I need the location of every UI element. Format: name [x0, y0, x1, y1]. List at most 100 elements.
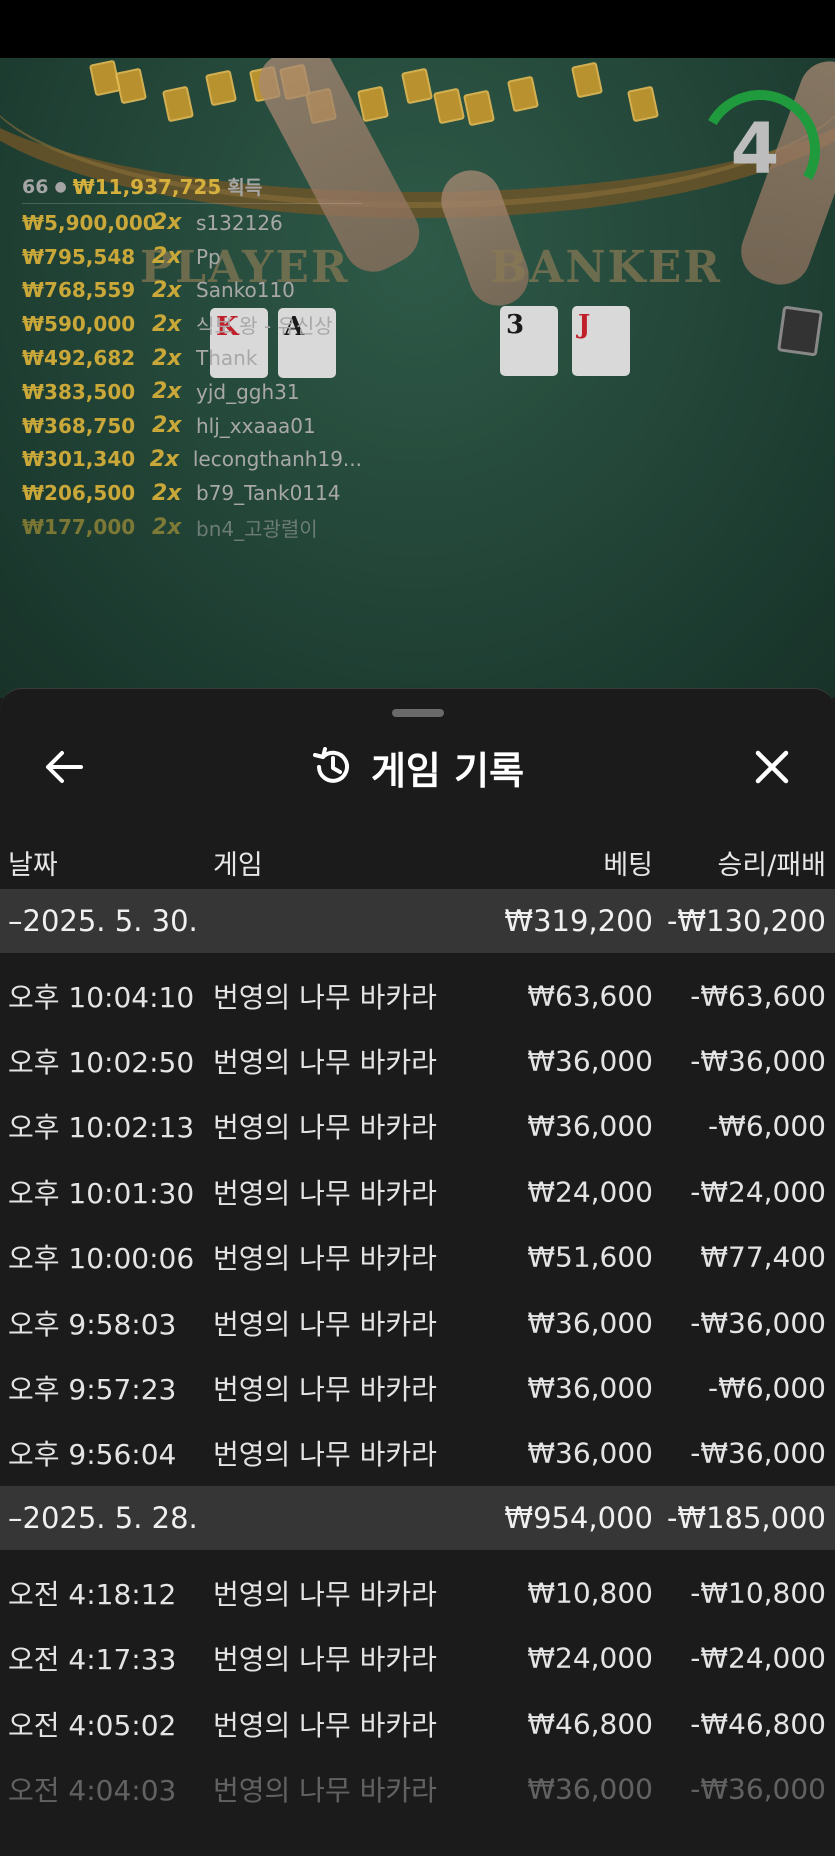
row-time: 오후 10:02:13	[8, 1111, 195, 1145]
row-time: 오전 4:05:02	[8, 1708, 177, 1742]
close-button[interactable]	[744, 739, 800, 795]
winners-total: ₩11,937,725	[72, 174, 222, 199]
winner-row: ₩492,682 2x Thank	[22, 341, 362, 375]
group-date: –2025. 5. 30.	[8, 904, 198, 938]
winner-amount: ₩768,559	[22, 278, 136, 303]
column-bet: 베팅	[603, 850, 653, 881]
sheet-header: 게임 기록	[0, 719, 835, 819]
table-row[interactable]: 오전 4:05:02 번영의 나무 바카라 ₩46,800 -₩46,800	[0, 1691, 835, 1756]
row-time: 오전 4:18:12	[8, 1577, 177, 1611]
winner-row: ₩177,000 2x bn4_고광렬이	[22, 510, 362, 544]
row-bet: ₩36,000	[527, 1371, 653, 1405]
winner-username: 식보 왕 - 유신상	[196, 313, 333, 338]
table-row[interactable]: 오후 10:00:06 번영의 나무 바카라 ₩51,600 ₩77,400	[0, 1225, 835, 1290]
winner-username: s132126	[196, 210, 283, 235]
winners-header: 66 ● ₩11,937,725 획득	[22, 170, 362, 204]
row-time: 오후 10:00:06	[8, 1242, 195, 1276]
timer-value: 4	[730, 108, 780, 190]
row-game: 번영의 나무 바카라	[213, 1176, 437, 1210]
banker-label: BANKER	[490, 242, 722, 293]
winner-amount: ₩5,900,000	[22, 210, 157, 235]
row-result: -₩24,000	[690, 1641, 826, 1675]
group-date: –2025. 5. 28.	[8, 1501, 198, 1536]
history-icon	[312, 747, 349, 783]
winner-amount: ₩206,500	[22, 481, 136, 506]
winner-row: ₩768,559 2x Sanko110	[22, 274, 362, 308]
table-row[interactable]: 오후 9:58:03 번영의 나무 바카라 ₩36,000 -₩36,000	[0, 1290, 835, 1355]
table-row[interactable]: 오후 10:02:13 번영의 나무 바카라 ₩36,000 -₩6,000	[0, 1094, 835, 1159]
table-row[interactable]: 오후 9:57:23 번영의 나무 바카라 ₩36,000 -₩6,000	[0, 1355, 835, 1420]
table-row[interactable]: 오전 4:17:33 번영의 나무 바카라 ₩24,000 -₩24,000	[0, 1626, 835, 1691]
winner-row: ₩206,500 2x b79_Tank0114	[22, 476, 362, 510]
winner-row: ₩368,750 2x hlj_xxaaa01	[22, 409, 362, 443]
row-game: 번영의 나무 바카라	[213, 1046, 437, 1080]
winner-multiplier: 2x	[152, 514, 182, 540]
row-game: 번영의 나무 바카라	[213, 1577, 437, 1611]
winner-username: b79_Tank0114	[196, 481, 341, 506]
row-bet: ₩63,600	[527, 979, 653, 1013]
date-group-header[interactable]: –2025. 5. 30. ₩319,200 -₩130,200	[0, 889, 835, 953]
date-group-header[interactable]: –2025. 5. 28. ₩954,000 -₩185,000	[0, 1486, 835, 1551]
winner-multiplier: 2x	[152, 413, 182, 439]
banker-card: J	[572, 306, 630, 376]
winner-username: bn4_고광렬이	[196, 516, 318, 541]
table-row[interactable]: 오후 10:02:50 번영의 나무 바카라 ₩36,000 -₩36,000	[0, 1028, 835, 1093]
row-time: 오전 4:17:33	[8, 1643, 177, 1677]
winner-multiplier: 2x	[152, 210, 182, 236]
winner-multiplier: 2x	[152, 379, 182, 405]
winner-username: hlj_xxaaa01	[196, 413, 316, 438]
winner-amount: ₩492,682	[22, 346, 136, 371]
column-game: 게임	[213, 850, 263, 881]
row-game: 번영의 나무 바카라	[213, 1643, 437, 1677]
row-result: -₩36,000	[690, 1436, 826, 1470]
row-bet: ₩51,600	[527, 1240, 653, 1274]
row-time: 오전 4:04:03	[8, 1773, 177, 1807]
row-game: 번영의 나무 바카라	[213, 1111, 437, 1145]
row-bet: ₩24,000	[527, 1641, 653, 1675]
group-bet-total: ₩954,000	[504, 1501, 653, 1536]
table-row[interactable]: 오후 9:56:04 번영의 나무 바카라 ₩36,000 -₩36,000	[0, 1421, 835, 1486]
winner-amount: ₩368,750	[22, 413, 136, 438]
column-date: 날짜	[8, 850, 58, 881]
row-bet: ₩36,000	[527, 1044, 653, 1078]
row-result: -₩36,000	[690, 1772, 826, 1806]
row-game: 번영의 나무 바카라	[213, 1438, 437, 1472]
row-result: -₩6,000	[708, 1371, 826, 1405]
game-history-sheet: 게임 기록 날짜 게임 베팅 승리/패배 –2025. 5. 30. ₩319,2…	[0, 688, 835, 1856]
winner-row: ₩795,548 2x Pp	[22, 240, 362, 274]
row-result: -₩6,000	[708, 1109, 826, 1143]
winner-row: ₩301,340 2x lecongthanh19...	[22, 443, 362, 477]
row-time: 오후 10:01:30	[8, 1176, 195, 1210]
winner-row: ₩383,500 2x yjd_ggh31	[22, 375, 362, 409]
column-headers: 날짜 게임 베팅 승리/패배	[0, 831, 835, 889]
winner-username: yjd_ggh31	[196, 379, 300, 404]
row-result: -₩46,800	[690, 1707, 826, 1741]
row-result: -₩36,000	[690, 1044, 826, 1078]
winners-count: 66	[22, 175, 49, 198]
person-icon: ●	[54, 178, 67, 195]
status-bar	[0, 0, 835, 58]
table-row[interactable]: 오후 10:04:10 번영의 나무 바카라 ₩63,600 -₩63,600	[0, 963, 835, 1028]
row-time: 오후 9:56:04	[8, 1438, 177, 1472]
live-baccarat-table: PLAYER BANKER K A 3 J 4 66 ● ₩11,937,725…	[0, 58, 835, 698]
drag-handle[interactable]	[392, 709, 444, 717]
sheet-title-group: 게임 기록	[0, 739, 835, 795]
winner-amount: ₩383,500	[22, 379, 136, 404]
row-time: 오후 9:57:23	[8, 1373, 177, 1407]
table-row[interactable]: 오전 4:04:03 번영의 나무 바카라 ₩36,000 -₩36,000	[0, 1756, 835, 1821]
winner-multiplier: 2x	[152, 311, 182, 337]
row-result: ₩77,400	[700, 1240, 826, 1274]
table-row[interactable]: 오후 10:01:30 번영의 나무 바카라 ₩24,000 -₩24,000	[0, 1159, 835, 1224]
table-row[interactable]: 오전 4:18:12 번영의 나무 바카라 ₩10,800 -₩10,800	[0, 1560, 835, 1625]
history-table: –2025. 5. 30. ₩319,200 -₩130,200 오후 10:04:1…	[0, 889, 835, 1822]
group-result-total: -₩185,000	[666, 1501, 826, 1536]
column-result: 승리/패배	[717, 850, 826, 881]
row-game: 번영의 나무 바카라	[213, 1242, 437, 1276]
winner-multiplier: 2x	[152, 345, 182, 371]
row-game: 번영의 나무 바카라	[213, 1773, 437, 1807]
winner-username: Pp	[196, 244, 221, 269]
row-result: -₩63,600	[690, 979, 826, 1013]
winner-username: Thank	[196, 346, 258, 371]
